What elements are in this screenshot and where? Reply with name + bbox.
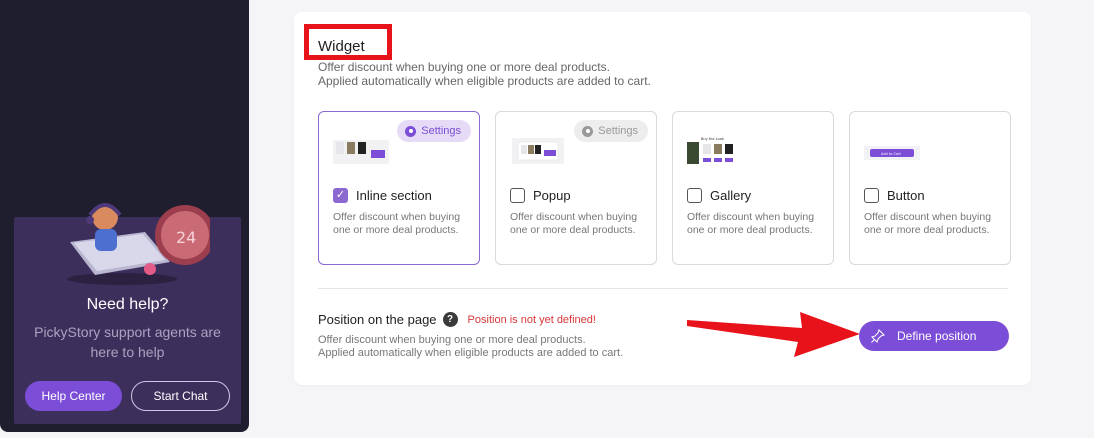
inline-section-thumbnail	[333, 140, 389, 164]
option-inline-section[interactable]: Settings ✓ Inline section Offer discount…	[318, 111, 480, 265]
option-description: Offer discount when buying one or more d…	[864, 211, 992, 236]
annotation-arrow	[687, 312, 860, 357]
help-center-button[interactable]: Help Center	[25, 381, 122, 411]
help-card: 24 Need help? PickyStory support agents …	[14, 203, 241, 424]
widget-description: Offer discount when buying one or more d…	[318, 60, 651, 88]
gallery-checkbox[interactable]	[687, 188, 702, 203]
button-thumb-caption: Add to Cart	[881, 152, 902, 156]
option-label: Gallery	[710, 188, 752, 203]
inline-settings-button[interactable]: Settings	[397, 120, 471, 142]
gear-icon	[582, 125, 594, 137]
gallery-thumb-caption: Buy the Look	[701, 137, 725, 141]
option-button[interactable]: Add to Cart Button Offer discount when b…	[849, 111, 1011, 265]
option-label: Button	[887, 188, 925, 203]
position-desc-line-1: Offer discount when buying one or more d…	[318, 334, 586, 346]
gallery-thumbnail: Buy the Look	[687, 137, 733, 164]
define-position-button[interactable]: Define position	[859, 321, 1009, 351]
position-desc-line-2: Applied automatically when eligible prod…	[318, 347, 624, 359]
inline-checkbox[interactable]: ✓	[333, 188, 348, 203]
position-title-row: Position on the page ? Position is not y…	[318, 312, 596, 327]
widget-card: Widget Offer discount when buying one or…	[294, 12, 1031, 385]
support-agent-illustration: 24	[67, 203, 210, 285]
help-subtitle: PickyStory support agents are here to he…	[34, 324, 221, 360]
option-popup[interactable]: Settings Popup Offer discount when buyin…	[495, 111, 657, 265]
popup-thumbnail	[512, 138, 564, 164]
option-label: Inline section	[356, 188, 432, 203]
help-question-icon[interactable]: ?	[442, 312, 458, 327]
sidebar: 24 Need help? PickyStory support agents …	[0, 0, 249, 432]
option-description: Offer discount when buying one or more d…	[687, 211, 815, 236]
start-chat-button[interactable]: Start Chat	[131, 381, 230, 411]
position-description: Offer discount when buying one or more d…	[318, 334, 623, 360]
button-checkbox[interactable]	[864, 188, 879, 203]
position-warning: Position is not yet defined!	[467, 313, 596, 326]
define-position-label: Define position	[897, 329, 977, 343]
pin-icon	[871, 329, 885, 343]
option-description: Offer discount when buying one or more d…	[510, 211, 638, 236]
svg-text:24: 24	[176, 228, 196, 247]
option-gallery[interactable]: Buy the Look Gallery Offer discount when…	[672, 111, 834, 265]
popup-settings-button[interactable]: Settings	[574, 120, 648, 142]
divider	[318, 288, 1008, 289]
option-label: Popup	[533, 188, 571, 203]
widget-title: Widget	[318, 38, 365, 55]
position-title: Position on the page	[318, 312, 437, 327]
gear-icon	[405, 125, 417, 137]
settings-label: Settings	[598, 125, 638, 137]
settings-label: Settings	[421, 125, 461, 137]
widget-desc-line-1: Offer discount when buying one or more d…	[318, 60, 610, 74]
widget-desc-line-2: Applied automatically when eligible prod…	[318, 74, 651, 88]
button-thumbnail: Add to Cart	[864, 146, 920, 160]
option-description: Offer discount when buying one or more d…	[333, 211, 461, 236]
help-title: Need help?	[86, 296, 169, 313]
popup-checkbox[interactable]	[510, 188, 525, 203]
